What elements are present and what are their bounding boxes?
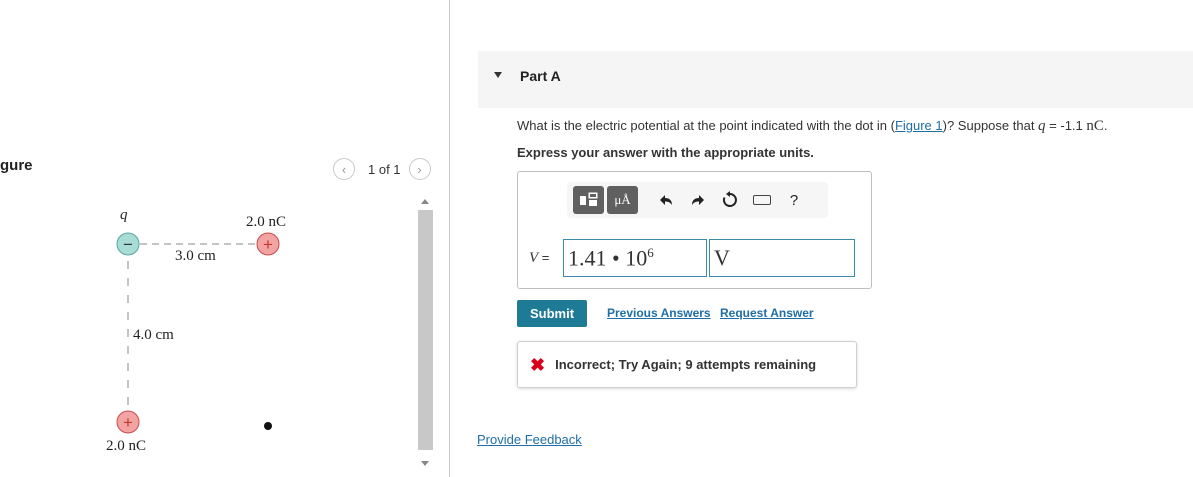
figure-title: gure [0, 157, 33, 174]
plus-sign-top: + [263, 235, 273, 254]
part-a-header[interactable]: Part A [478, 51, 1193, 108]
answer-equals: = [538, 250, 550, 265]
figure-pager: ‹ 1 of 1 › [333, 158, 431, 180]
feedback-text: Incorrect; Try Again; 9 attempts remaini… [555, 357, 817, 372]
question-suffix: . [1103, 118, 1108, 133]
charge-q-label: q [120, 207, 128, 223]
part-title: Part A [520, 68, 561, 84]
scroll-up-arrow-icon[interactable] [421, 199, 429, 204]
math-toolbar: μÅ ? [567, 182, 828, 218]
observation-point-dot [264, 422, 272, 430]
chevron-left-icon: ‹ [341, 161, 347, 177]
vertical-distance-label: 4.0 cm [133, 327, 174, 343]
redo-icon [692, 195, 704, 205]
undo-icon [660, 195, 672, 205]
plus-sign-bottom: + [123, 413, 133, 432]
redo-button[interactable] [682, 186, 714, 214]
value-exponent: 6 [647, 245, 654, 260]
chevron-right-icon: › [417, 161, 422, 177]
previous-answers-link[interactable]: Previous Answers [607, 306, 711, 320]
value-input[interactable]: 1.41 • 106 [563, 239, 707, 277]
answer-variable: V [529, 250, 539, 266]
prev-figure-button[interactable]: ‹ [333, 158, 355, 180]
error-x-icon: ✖ [530, 354, 546, 375]
pager-text: 1 of 1 [368, 161, 401, 177]
question-unit: nC [1086, 118, 1104, 134]
unit-input[interactable]: V [709, 239, 855, 277]
question-variable: q [1038, 118, 1046, 134]
templates-icon [579, 192, 597, 206]
top-right-charge-label: 2.0 nC [246, 214, 287, 230]
figure-link[interactable]: Figure 1 [895, 118, 943, 133]
bottom-left-charge-label: 2.0 nC [106, 438, 147, 454]
question-text: What is the electric potential at the po… [517, 118, 1108, 135]
next-figure-button[interactable]: › [408, 158, 431, 180]
question-equals: = -1.1 [1045, 118, 1087, 133]
keyboard-icon [753, 195, 771, 205]
collapse-caret-icon[interactable] [494, 72, 502, 78]
submit-button[interactable]: Submit [517, 300, 587, 327]
feedback-message: ✖ Incorrect; Try Again; 9 attempts remai… [517, 341, 857, 388]
keyboard-button[interactable] [746, 186, 778, 214]
horizontal-distance-label: 3.0 cm [175, 248, 216, 264]
figure-scrollbar[interactable] [417, 195, 434, 477]
reset-button[interactable] [714, 186, 746, 214]
value-mantissa: 1.41 • 10 [568, 245, 648, 271]
help-icon: ? [789, 191, 799, 209]
question-middle: )? Suppose that [942, 118, 1039, 133]
scroll-down-arrow-icon[interactable] [421, 461, 429, 466]
undo-button[interactable] [650, 186, 682, 214]
answer-instructions: Express your answer with the appropriate… [517, 145, 814, 160]
answer-variable-label: V = [529, 250, 549, 267]
units-button[interactable]: μÅ [607, 186, 638, 214]
scrollbar-thumb[interactable] [418, 210, 433, 450]
answer-box: μÅ ? V = 1.41 • 106 V [517, 171, 872, 289]
question-prefix: What is the electric potential at the po… [517, 118, 895, 133]
reset-icon [722, 191, 737, 207]
figure-pane: gure ‹ 1 of 1 › − + + q 2.0 nC 3.0 cm 4.… [0, 0, 450, 477]
templates-button[interactable] [573, 186, 604, 214]
help-button[interactable]: ? [778, 186, 810, 214]
provide-feedback-link[interactable]: Provide Feedback [477, 432, 582, 447]
units-icon: μÅ [614, 192, 631, 207]
minus-sign: − [123, 235, 133, 254]
request-answer-link[interactable]: Request Answer [720, 306, 814, 320]
